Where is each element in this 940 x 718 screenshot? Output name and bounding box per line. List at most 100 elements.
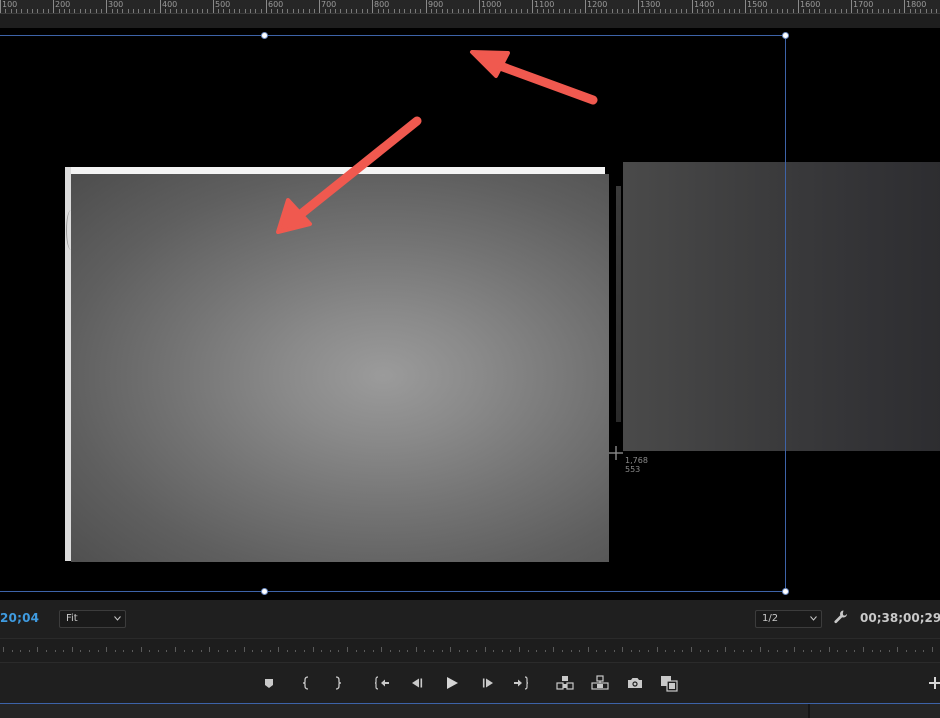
time-ruler-tick (89, 650, 90, 652)
add-marker-icon[interactable] (260, 674, 278, 692)
mark-out-icon[interactable] (329, 674, 347, 692)
ruler-major-tick (0, 0, 1, 13)
time-ruler-tick (528, 650, 529, 652)
time-ruler-tick (347, 647, 348, 652)
frame-right-edge[interactable] (785, 35, 786, 592)
ruler-label: 300 (108, 0, 124, 9)
time-ruler-tick (158, 650, 159, 652)
time-ruler-tick (536, 650, 537, 652)
go-to-in-icon[interactable] (373, 674, 391, 692)
side-clip-image[interactable] (623, 162, 940, 451)
frame-handle-top-mid[interactable] (261, 32, 268, 39)
time-ruler-tick (889, 650, 890, 652)
time-ruler-tick (803, 650, 804, 652)
ruler-minor-tick (612, 9, 613, 13)
ruler-minor-tick (750, 9, 751, 13)
time-ruler-tick (106, 647, 107, 652)
ruler-label: 1600 (800, 0, 821, 9)
ruler-minor-tick (176, 9, 177, 13)
ruler-minor-tick (96, 9, 97, 13)
ruler-minor-tick (825, 9, 826, 13)
ruler-minor-tick (543, 9, 544, 13)
time-ruler-tick (588, 647, 589, 652)
ruler-minor-tick (718, 9, 719, 13)
time-ruler-tick (700, 650, 701, 652)
ruler-minor-tick (436, 9, 437, 13)
time-ruler-tick (553, 647, 554, 652)
ruler-minor-tick (846, 9, 847, 13)
ruler-minor-tick (649, 9, 650, 13)
mark-in-icon[interactable] (297, 674, 315, 692)
ruler-minor-tick (59, 9, 60, 13)
time-ruler-tick (923, 650, 924, 652)
crosshair-cursor-icon (609, 446, 623, 460)
playhead-timecode[interactable]: 20;04 (0, 611, 39, 625)
overwrite-icon[interactable] (591, 674, 609, 692)
wrench-icon[interactable] (833, 609, 849, 625)
ruler-minor-tick (910, 9, 911, 13)
ruler-minor-tick (85, 9, 86, 13)
ruler-major-tick (904, 0, 905, 13)
time-ruler-tick (287, 650, 288, 652)
ruler-minor-tick (564, 9, 565, 13)
ruler-minor-tick (495, 9, 496, 13)
panel-divider[interactable] (808, 704, 810, 718)
time-ruler-tick (132, 650, 133, 652)
step-forward-icon[interactable] (479, 674, 497, 692)
insert-icon[interactable] (556, 674, 574, 692)
zoom-level-value: Fit (66, 613, 78, 624)
monitor-viewport[interactable]: 1,768 553 (0, 28, 940, 600)
main-clip-image[interactable] (71, 174, 609, 562)
time-ruler-tick (72, 647, 73, 652)
time-ruler-tick (829, 647, 830, 652)
time-ruler-tick (115, 650, 116, 652)
ruler-minor-tick (516, 9, 517, 13)
time-ruler-tick (459, 650, 460, 652)
ruler-minor-tick (734, 9, 735, 13)
time-ruler-tick (476, 650, 477, 652)
time-ruler-tick (631, 650, 632, 652)
monitor-time-ruler[interactable] (0, 638, 940, 662)
ruler-minor-tick (617, 9, 618, 13)
frame-handle-bottom-mid[interactable] (261, 588, 268, 595)
ruler-minor-tick (149, 9, 150, 13)
ruler-minor-tick (388, 9, 389, 13)
ruler-minor-tick (48, 9, 49, 13)
ruler-minor-tick (644, 9, 645, 13)
chevron-down-icon (114, 616, 121, 621)
ruler-minor-tick (298, 9, 299, 13)
camera-icon[interactable] (626, 674, 644, 692)
ruler-minor-tick (521, 9, 522, 13)
ruler-minor-tick (841, 9, 842, 13)
panel-footer (0, 704, 940, 718)
ruler-minor-tick (27, 9, 28, 13)
time-ruler-tick (579, 650, 580, 652)
frame-bottom-edge[interactable] (0, 591, 786, 592)
time-ruler-tick (278, 647, 279, 652)
ruler-major-tick (213, 0, 214, 13)
go-to-out-icon[interactable] (512, 674, 530, 692)
zoom-level-select[interactable]: Fit (59, 610, 126, 628)
frame-handle-bottom-right[interactable] (782, 588, 789, 595)
ruler-label: 1800 (906, 0, 927, 9)
frame-handle-top-right[interactable] (782, 32, 789, 39)
time-ruler-tick (235, 650, 236, 652)
ruler-minor-tick (186, 9, 187, 13)
cursor-x-readout: 1,768 (625, 456, 648, 465)
frame-top-edge[interactable] (0, 35, 786, 36)
time-ruler-tick (691, 647, 692, 652)
time-ruler-tick (596, 650, 597, 652)
ruler-minor-tick (819, 9, 820, 13)
compare-view-icon[interactable] (660, 674, 678, 692)
ruler-minor-tick (202, 9, 203, 13)
play-icon[interactable] (443, 674, 461, 692)
time-ruler-tick (665, 650, 666, 652)
program-monitor: 100 200 300 400 500 600 700 800 900 1000 1100 1200 1… (0, 0, 940, 718)
ruler-minor-tick (559, 9, 560, 13)
time-ruler-tick (760, 647, 761, 652)
playback-resolution-select[interactable]: 1/2 (755, 610, 822, 628)
ruler-minor-tick (857, 9, 858, 13)
plus-icon[interactable] (926, 674, 940, 692)
ruler-minor-tick (628, 9, 629, 13)
step-back-icon[interactable] (408, 674, 426, 692)
